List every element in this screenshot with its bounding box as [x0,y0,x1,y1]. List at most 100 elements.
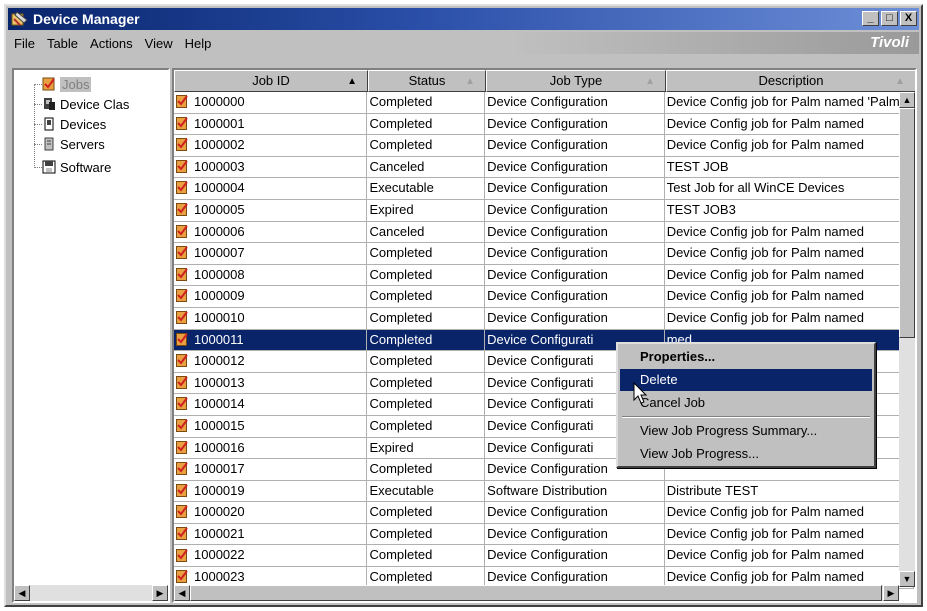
jobs-table[interactable]: Job ID ▲ Status ▲ Job Type ▲ Description… [172,68,917,603]
cell-job-id: 1000007 [174,243,368,264]
cell-text: Completed [369,245,433,261]
cell-job-type: Software Distribution [485,480,665,502]
cell-text: 1000007 [194,245,245,261]
menu-help[interactable]: Help [179,36,218,51]
cell-job-type: Device Configuration [485,221,665,243]
column-header-label: Job ID [252,73,290,88]
cell-text: 1000003 [194,158,245,174]
job-icon [176,526,188,540]
table-row[interactable]: 1000006 Canceled Device Configuration Devic… [174,221,915,244]
cell-text: Device Configuration [487,137,608,153]
column-header-status[interactable]: Status ▲ [368,70,486,92]
window-controls: _ □ X [862,11,917,26]
cell-job-id: 1000021 [174,523,368,545]
cell-job-id: 1000010 [174,307,368,329]
cell-job-id: 1000020 [174,502,368,523]
menu-separator [622,416,870,418]
column-header-description[interactable]: Description ▲ [666,70,915,92]
cell-description: Device Config job for Palm named [665,221,915,243]
table-row[interactable]: 1000020 Completed Device Configuration Devi… [174,502,915,524]
menu-table[interactable]: Table [41,36,84,51]
scroll-left-arrow-icon[interactable]: ◀ [14,585,30,601]
cell-text: Device Config job for Palm named [666,137,864,153]
scroll-down-arrow-icon[interactable]: ▼ [899,571,915,587]
cell-text: 1000010 [194,309,245,325]
cell-job-id: 1000011 [174,329,368,351]
table-row[interactable]: 1000007 Completed Device Configuration Devi… [174,243,915,265]
cell-description: Distribute TEST [665,480,915,502]
scroll-up-arrow-icon[interactable]: ▲ [899,92,915,108]
table-vertical-scrollbar[interactable]: ▲ ▼ [899,92,915,587]
cell-text: TEST JOB [666,158,729,174]
table-row[interactable]: 1000021 Completed Device Configuration Devi… [174,523,915,546]
tree-connector-line [34,124,42,125]
table-row[interactable]: 1000005 Expired Device Configuration TEST J… [174,199,915,222]
vertical-scroll-thumb[interactable] [899,108,915,338]
tree-horizontal-scrollbar[interactable]: ◀ ▶ [14,585,168,601]
close-button[interactable]: X [900,11,917,26]
tree-item-devices[interactable]: Devices [42,115,106,133]
sort-ascending-icon: ▲ [347,76,357,87]
table-row[interactable]: 1000003 Canceled Device Configuration TEST … [174,156,915,179]
cell-text: Completed [369,461,433,477]
cell-text: 1000009 [194,288,245,304]
sort-arrow-icon: ▲ [895,76,905,87]
scroll-right-arrow-icon[interactable]: ▶ [883,585,899,601]
table-row[interactable]: 1000008 Completed Device Configuration Devi… [174,264,915,287]
window-title: Device Manager [33,11,140,27]
menu-item-cancel-job[interactable]: Cancel Job [620,392,872,414]
table-row[interactable]: 1000002 Completed Device Configuration Devi… [174,135,915,157]
menu-table-label: Table [46,35,79,51]
job-icon [176,375,188,389]
cell-job-id: 1000001 [174,113,368,135]
menu-actions[interactable]: Actions [84,36,139,51]
tree-item-servers[interactable]: Servers [42,135,105,153]
menu-item-delete[interactable]: Delete [620,369,872,391]
table-row[interactable]: 1000004 Executable Device Configuration Tes… [174,178,915,200]
column-header-label: Description [758,73,824,88]
cell-description: Device Config job for Palm named [665,135,915,156]
menu-item-view-job-progress-summary[interactable]: View Job Progress Summary... [620,420,872,442]
cell-text: Device Configuration [487,245,608,261]
cell-text: Device Configurati [487,353,594,369]
tree-item-jobs[interactable]: Jobs [42,75,92,93]
cell-text: TEST JOB3 [666,201,736,217]
cell-text: Device Configuration [487,504,608,520]
tree-item-software[interactable]: Software [42,158,111,176]
horizontal-scroll-thumb[interactable] [190,585,882,601]
menu-file[interactable]: File [8,36,41,51]
table-row[interactable]: 1000000 Completed Device Configuration Devi… [174,92,915,114]
column-header-job-id[interactable]: Job ID ▲ [174,70,368,92]
menu-item-view-job-progress[interactable]: View Job Progress... [620,443,872,465]
cell-description: Device Config job for Palm named [665,523,915,545]
cell-text: Device Config job for Palm named [666,525,864,541]
table-row[interactable]: 1000010 Completed Device Configuration Devi… [174,307,915,330]
table-row[interactable]: 1000009 Completed Device Configuration Devi… [174,286,915,308]
cell-text: Device Configuration [487,266,608,282]
title-bar[interactable]: Device Manager _ □ X [8,8,919,30]
table-row[interactable]: 1000019 Executable Software Distribution Di… [174,480,915,503]
cell-text: 1000011 [194,331,244,347]
cell-status: Completed [367,286,486,307]
job-icon [176,397,188,411]
tree-item-device-class[interactable]: Device Clas [42,95,129,113]
tree-item-jobs-label: Jobs [60,76,92,92]
table-row[interactable]: 1000022 Completed Device Configuration Devi… [174,545,915,568]
scroll-left-arrow-icon[interactable]: ◀ [174,585,190,601]
servers-icon [42,137,56,151]
cell-text: Device Config job for Palm named 'Palm P… [666,94,915,109]
cell-text: Completed [369,309,433,325]
cell-text: Device Config job for Palm named [666,504,864,520]
menu-view[interactable]: View [139,36,179,51]
minimize-button[interactable]: _ [862,11,879,26]
job-icon [176,95,188,109]
scroll-right-arrow-icon[interactable]: ▶ [152,585,168,601]
table-row[interactable]: 1000001 Completed Device Configuration Devi… [174,113,915,136]
maximize-button[interactable]: □ [881,11,898,26]
column-header-job-type[interactable]: Job Type ▲ [486,70,666,92]
cell-status: Completed [367,243,486,264]
menu-item-properties[interactable]: Properties... [620,346,872,368]
cell-job-id: 1000017 [174,459,368,480]
table-horizontal-scrollbar[interactable]: ◀ ▶ [174,585,899,601]
navigation-tree[interactable]: Jobs Device Clas Devices Servers Softwar… [12,68,170,603]
